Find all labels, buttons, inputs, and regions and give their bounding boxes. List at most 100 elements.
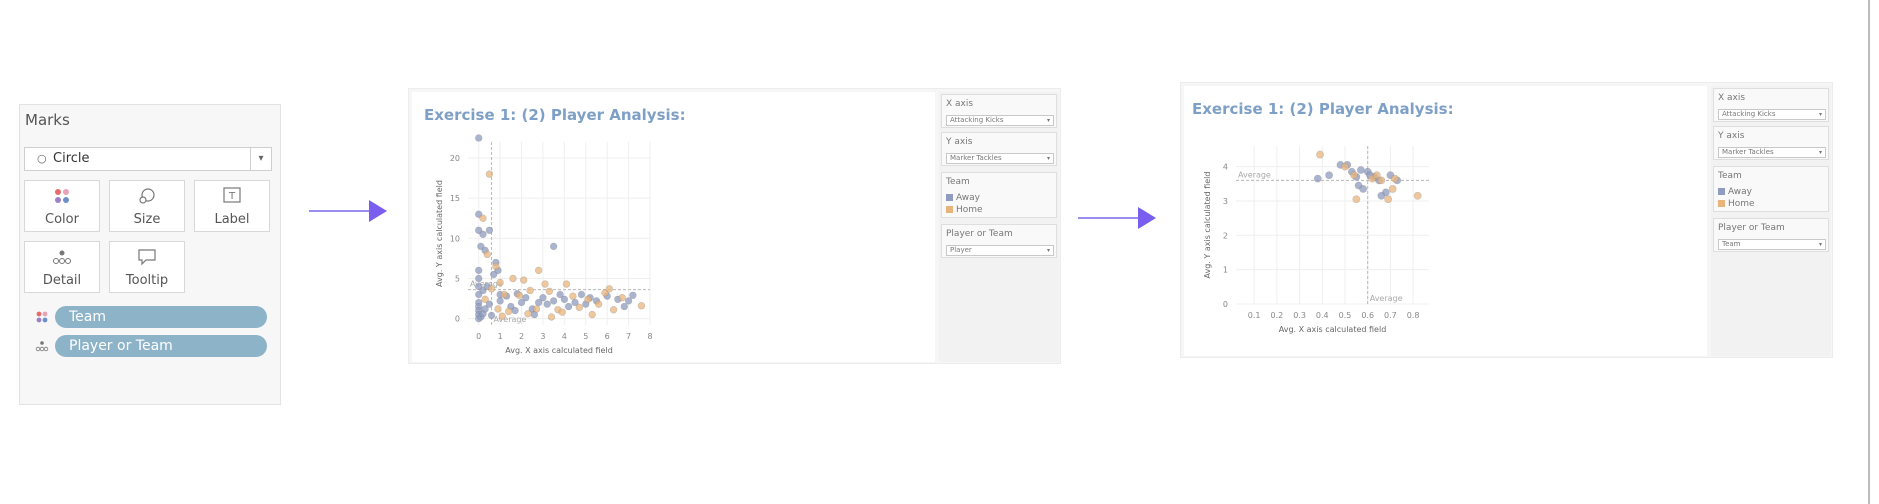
data-point-home (545, 287, 554, 295)
y-tick-label: 2 (1223, 231, 1228, 240)
chevron-down-icon: ▾ (1818, 111, 1822, 118)
data-point-home (515, 291, 524, 300)
x-tick-label: 0 (476, 332, 481, 341)
marks-card: Marks ○ Circle ▾ Color Size T Label Deta… (19, 104, 281, 405)
player-or-team-label: Player or Team (1718, 223, 1785, 233)
data-point-home (637, 302, 646, 310)
chart-area: Exercise 1: (2) Player Analysis: 0 1 2 3 4 5 6… (412, 92, 935, 362)
label-label: Label (214, 212, 250, 227)
data-point-home (575, 303, 584, 312)
player-or-team-select[interactable]: Team ▾ (1718, 239, 1826, 250)
data-point-home (588, 310, 596, 319)
x-average-label: Average (494, 315, 527, 324)
data-point-home (498, 312, 506, 320)
data-point-home (526, 286, 534, 295)
legend-away-label: Away (956, 193, 980, 203)
y-average-label: Average (1238, 170, 1271, 179)
data-point-away (511, 306, 519, 315)
y-axis-value: Marker Tackles (1722, 148, 1774, 156)
x-tick-label: 0.6 (1361, 311, 1374, 320)
color-dots-icon (25, 187, 99, 205)
x-axis-parameter: X axis Attacking Kicks ▾ (1713, 88, 1829, 122)
data-point-home (558, 308, 566, 316)
data-point-home (594, 300, 603, 308)
data-point-home (519, 276, 528, 284)
data-point-away (539, 294, 547, 302)
data-point-away (522, 294, 530, 302)
data-point-home (1372, 171, 1381, 180)
x-tick-label: 0.4 (1316, 311, 1329, 320)
dashboard-title: Exercise 1: (2) Player Analysis: (424, 106, 686, 124)
chevron-down-icon: ▾ (1046, 247, 1050, 254)
vertical-scrollbar[interactable] (1868, 0, 1870, 504)
data-point-home (492, 262, 500, 271)
data-point-away (549, 242, 558, 251)
dashboard-player: Exercise 1: (2) Player Analysis: 0 1 2 3 4 5 6… (408, 88, 1061, 364)
tooltip-icon (110, 248, 184, 266)
data-point-home (534, 266, 543, 275)
player-or-team-parameter: Player or Team Team ▾ (1713, 218, 1829, 252)
x-axis-label: X axis (1718, 93, 1746, 103)
data-point-away (475, 290, 483, 299)
x-tick-label: 1 (498, 332, 503, 341)
data-point-away (485, 226, 494, 234)
detail-label: Detail (42, 273, 82, 288)
y-tick-label: 3 (1223, 197, 1228, 206)
y-axis-value: Marker Tackles (950, 154, 1002, 162)
y-axis-select[interactable]: Marker Tackles ▾ (946, 153, 1054, 164)
data-point-home (1413, 191, 1422, 200)
data-point-away (577, 290, 586, 299)
color-button[interactable]: Color (24, 180, 100, 232)
data-point-away (620, 302, 629, 311)
y-tick-label: 0 (455, 315, 460, 324)
x-tick-label: 0.1 (1248, 311, 1261, 320)
y-tick-label: 10 (450, 234, 460, 243)
legend-item-away[interactable]: Away (946, 193, 980, 203)
player-or-team-select[interactable]: Player ▾ (946, 245, 1054, 256)
team-pill[interactable]: Team (55, 306, 267, 328)
svg-text:T: T (228, 191, 236, 202)
x-axis-select[interactable]: Attacking Kicks ▾ (946, 115, 1054, 126)
home-swatch (1718, 200, 1725, 207)
legend-item-away[interactable]: Away (1718, 187, 1752, 197)
team-legend-title: Team (946, 177, 970, 187)
away-swatch (946, 194, 953, 201)
filter-panel: X axis Attacking Kicks ▾ Y axis Marker Ta… (939, 92, 1059, 362)
data-point-away (629, 291, 637, 300)
y-axis-parameter: Y axis Marker Tackles ▾ (1713, 126, 1829, 160)
x-axis-title: Avg. X axis calculated field (1279, 325, 1387, 334)
chevron-down-icon[interactable]: ▾ (250, 148, 271, 170)
mark-type-label: Circle (53, 151, 90, 166)
y-tick-label: 1 (1223, 266, 1228, 275)
x-tick-label: 0.5 (1339, 311, 1352, 320)
marks-title: Marks (25, 111, 70, 129)
scatter-chart-player: 01234567805101520AverageAverageAvg. X ax… (435, 134, 652, 355)
legend-item-home[interactable]: Home (1718, 199, 1755, 209)
detail-button[interactable]: Detail (24, 241, 100, 293)
legend-item-home[interactable]: Home (946, 205, 983, 215)
mark-type-dropdown[interactable]: ○ Circle ▾ (24, 147, 272, 171)
tooltip-button[interactable]: Tooltip (109, 241, 185, 293)
data-point-away (475, 274, 483, 283)
color-label: Color (45, 212, 79, 227)
x-axis-value: Attacking Kicks (950, 116, 1004, 124)
detail-dots-icon (25, 248, 99, 266)
data-point-home (485, 170, 494, 178)
data-point-home (1388, 185, 1397, 193)
arrow-right-icon (1138, 207, 1156, 229)
y-axis-title: Avg. Y axis calculated field (435, 180, 444, 287)
data-point-away (475, 134, 483, 142)
dashboard-title: Exercise 1: (2) Player Analysis: (1192, 100, 1454, 118)
chevron-down-icon: ▾ (1818, 241, 1822, 248)
circle-icon: ○ (37, 152, 47, 165)
data-point-away (1359, 185, 1368, 193)
player-or-team-pill[interactable]: Player or Team (55, 335, 267, 357)
data-point-home (605, 285, 614, 293)
y-axis-select[interactable]: Marker Tackles ▾ (1718, 147, 1826, 158)
y-axis-label: Y axis (1718, 131, 1745, 141)
data-point-home (524, 310, 532, 318)
label-button[interactable]: T Label (194, 180, 270, 232)
x-axis-select[interactable]: Attacking Kicks ▾ (1718, 109, 1826, 120)
x-axis-label: X axis (946, 99, 974, 109)
size-button[interactable]: Size (109, 180, 185, 232)
